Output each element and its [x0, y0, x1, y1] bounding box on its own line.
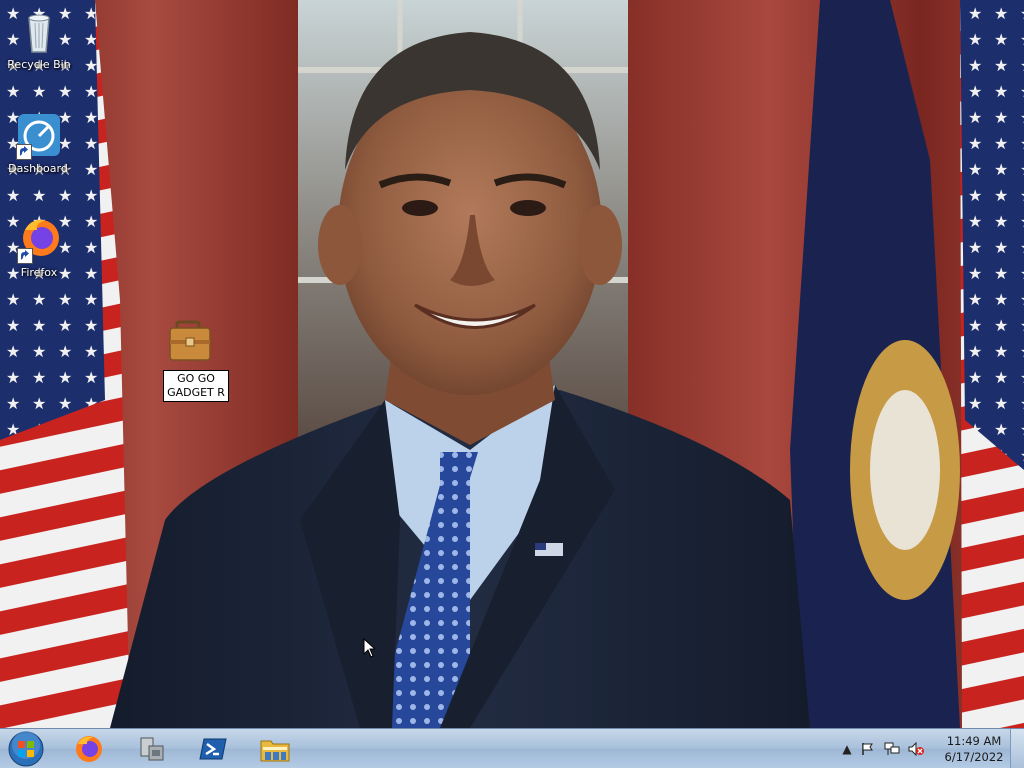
taskbar-device-manager[interactable]	[122, 731, 180, 767]
dashboard-icon	[14, 112, 62, 160]
recycle-bin-icon	[15, 8, 63, 56]
rename-textbox[interactable]	[163, 370, 229, 402]
taskbar-firefox[interactable]	[60, 731, 118, 767]
action-center-flag-icon[interactable]	[859, 741, 875, 757]
briefcase-icon	[167, 318, 215, 366]
taskbar: ▲ 11:49 AM 6/17/2022	[0, 728, 1024, 768]
show-hidden-icons-icon[interactable]: ▲	[839, 741, 855, 757]
network-icon[interactable]	[884, 741, 900, 757]
volume-muted-icon[interactable]	[908, 741, 924, 757]
taskbar-file-explorer[interactable]	[246, 731, 304, 767]
start-button[interactable]	[4, 730, 48, 768]
mouse-pointer-icon	[363, 638, 375, 658]
clock-time: 11:49 AM	[946, 734, 1002, 748]
dashboard-label: Dashboard	[8, 162, 68, 175]
desktop-icon-briefcase[interactable]	[153, 318, 229, 366]
firefox-label: Firefox	[20, 266, 58, 279]
shortcut-arrow-icon	[16, 144, 32, 160]
desktop-icon-recycle-bin[interactable]: Recycle Bin	[1, 8, 77, 71]
shortcut-arrow-icon	[17, 248, 33, 264]
recycle-bin-label: Recycle Bin	[7, 58, 71, 71]
taskbar-clock[interactable]: 11:49 AM 6/17/2022	[944, 733, 1004, 765]
clock-date: 6/17/2022	[944, 750, 1004, 764]
desktop-icon-firefox[interactable]: Firefox	[1, 216, 77, 279]
taskbar-powershell[interactable]	[184, 731, 242, 767]
firefox-icon	[76, 736, 102, 762]
system-tray: ▲ 11:49 AM 6/17/2022	[834, 729, 1024, 768]
show-desktop-button[interactable]	[1010, 729, 1024, 768]
file-explorer-icon	[260, 740, 290, 762]
device-manager-icon	[140, 737, 164, 761]
powershell-icon	[199, 738, 227, 760]
windows-orb-icon	[8, 731, 44, 767]
desktop-icon-dashboard[interactable]: Dashboard	[0, 112, 76, 175]
firefox-icon	[15, 216, 63, 264]
